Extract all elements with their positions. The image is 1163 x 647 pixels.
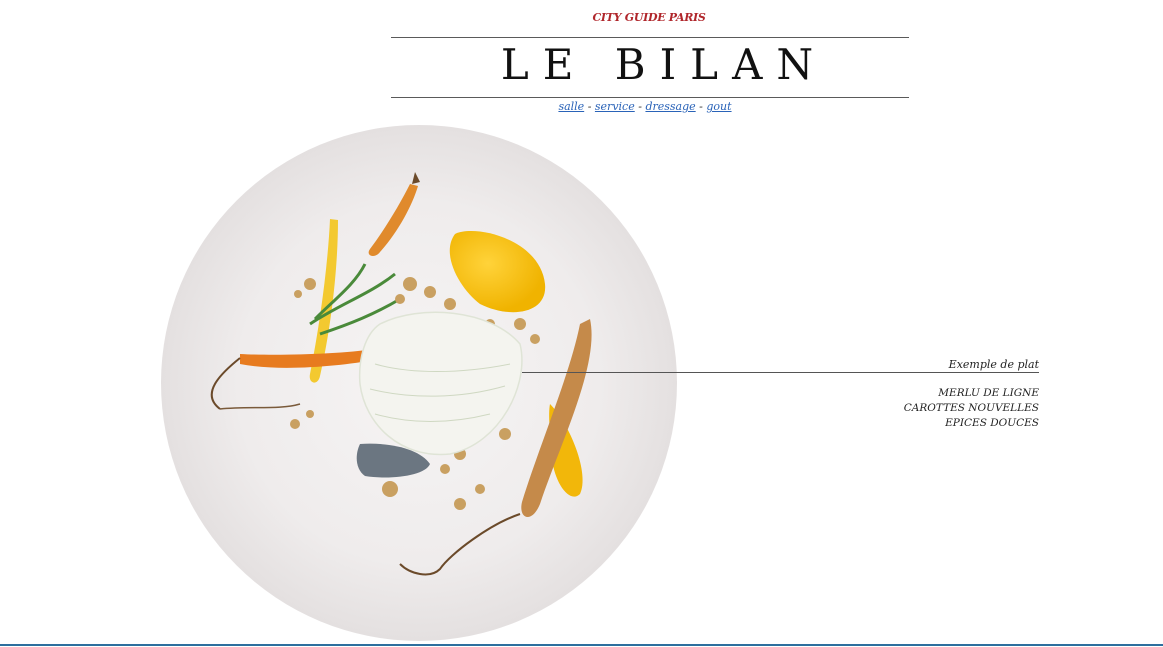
nav-link-salle[interactable]: salle (558, 100, 584, 113)
nav-link-dressage[interactable]: dressage (645, 100, 695, 113)
nav-link-service[interactable]: service (595, 100, 635, 113)
callout-line (522, 372, 1039, 373)
nav-link-gout[interactable]: gout (706, 100, 731, 113)
section-kicker[interactable]: CITY GUIDE PARIS (0, 11, 1163, 24)
ingredient-item: EPICES DOUCES (945, 417, 1039, 429)
page-title: LE BILAN (500, 40, 828, 89)
bottom-divider (0, 644, 1163, 646)
section-nav: salle - service - dressage - gout (0, 100, 1163, 113)
dish-ingredients: MERLU DE LIGNE CAROTTES NOUVELLES EPICES… (904, 386, 1039, 431)
nav-separator: - (699, 100, 703, 113)
ingredient-item: MERLU DE LIGNE (938, 387, 1039, 399)
nav-separator: - (638, 100, 642, 113)
nav-separator: - (587, 100, 592, 113)
plate-illustration (161, 125, 677, 641)
title-rule-bottom (391, 97, 909, 98)
dish-photo (160, 124, 678, 642)
ingredient-item: CAROTTES NOUVELLES (903, 402, 1039, 414)
page: CITY GUIDE PARIS LE BILAN salle - servic… (0, 0, 1163, 647)
title-rule-top (391, 37, 909, 38)
dish-caption: Exemple de plat (948, 358, 1039, 371)
